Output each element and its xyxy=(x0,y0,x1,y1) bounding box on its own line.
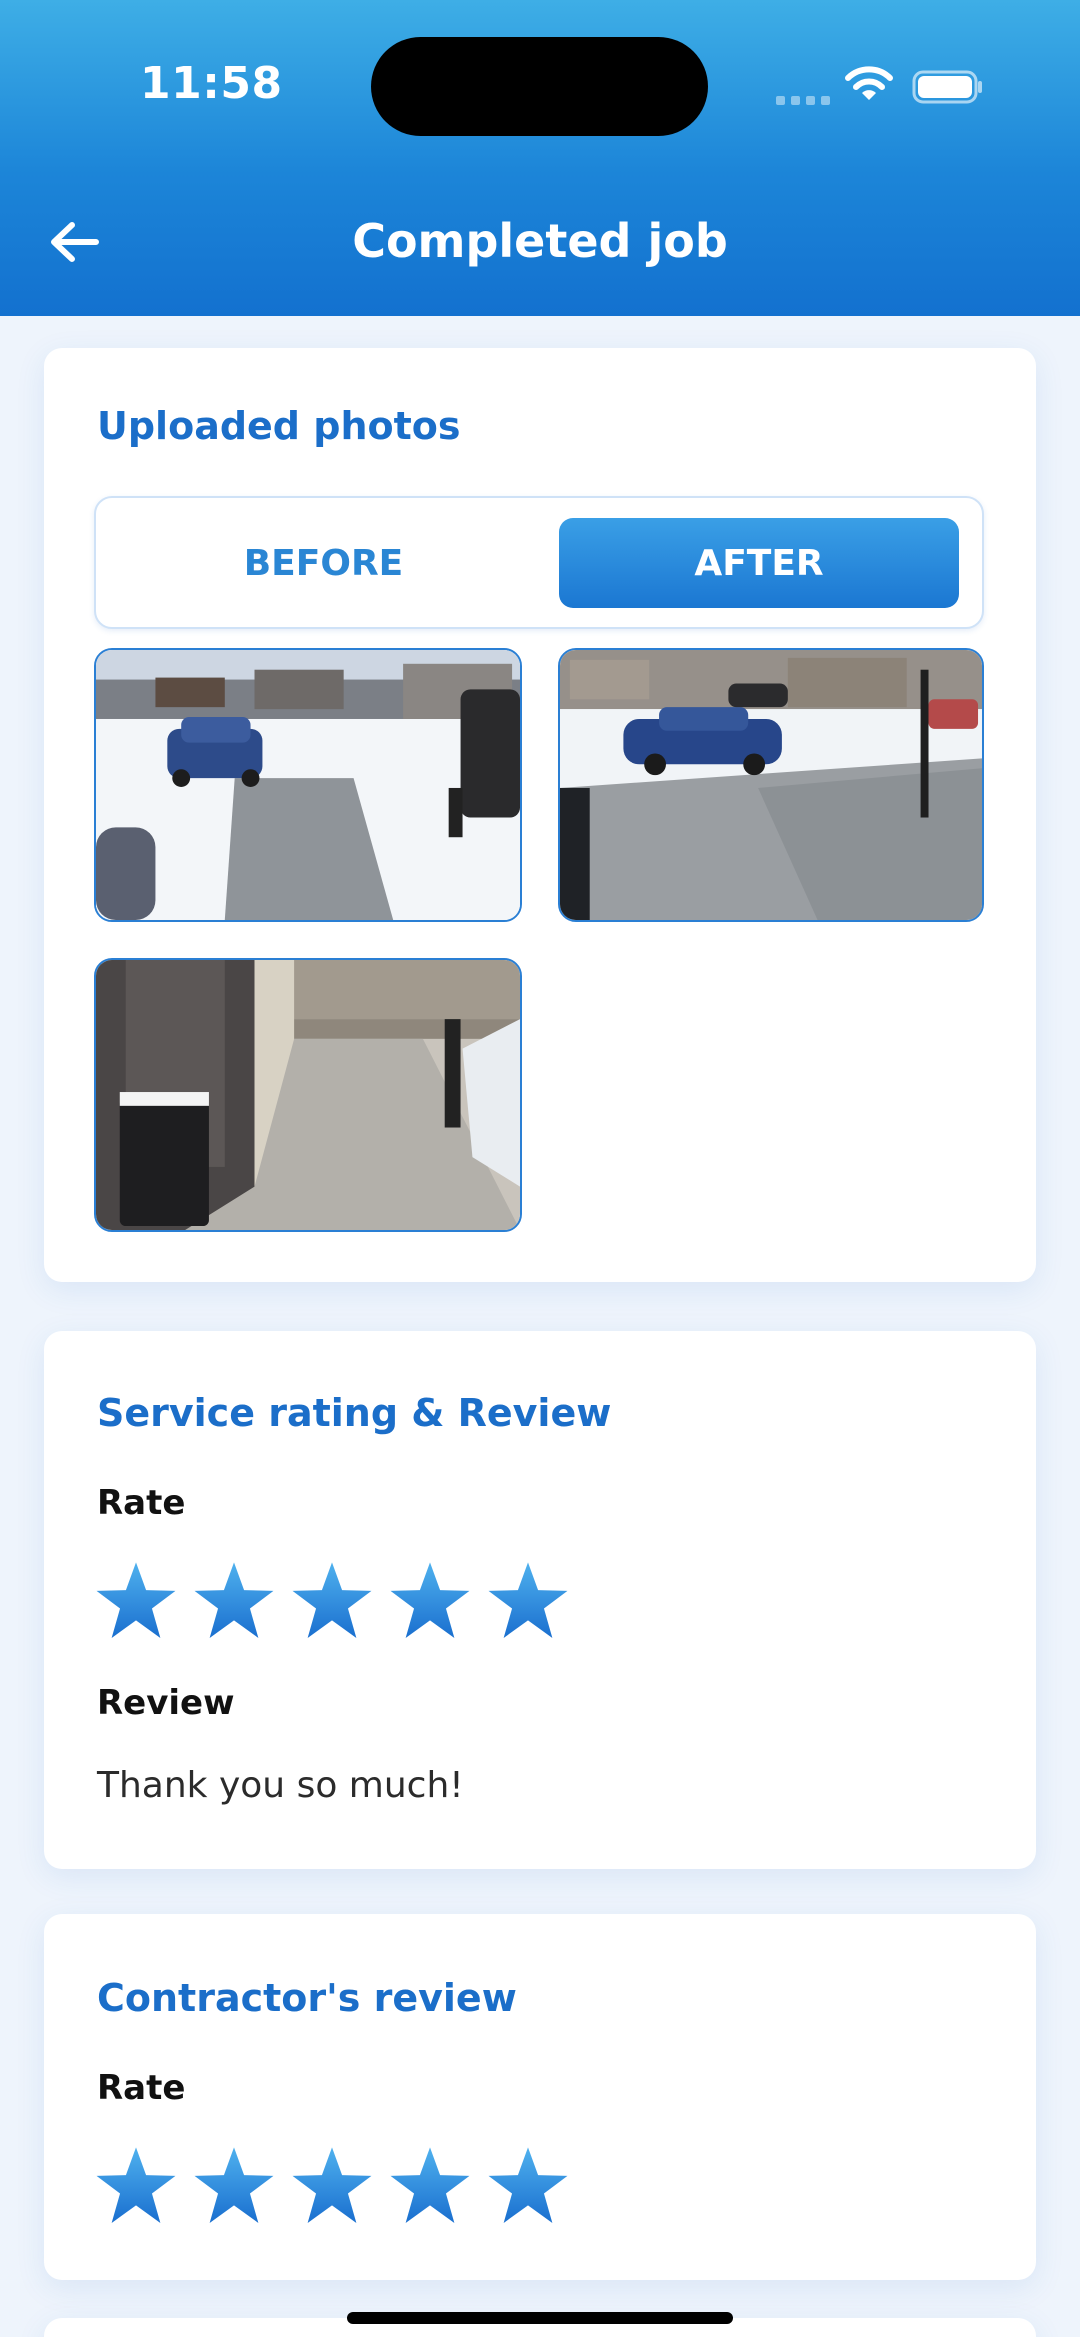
service-review-card: Service rating & Review Rate Review Than… xyxy=(44,1331,1036,1869)
driveway-photo-image xyxy=(96,650,520,920)
star-icon xyxy=(292,2147,372,2223)
star-icon xyxy=(488,1562,568,1638)
home-indicator xyxy=(347,2312,733,2324)
photos-section-title: Uploaded photos xyxy=(97,404,461,448)
star-icon xyxy=(292,1562,372,1638)
star-icon xyxy=(390,1562,470,1638)
app-header: 11:58 Completed job xyxy=(0,0,1080,316)
star-icon xyxy=(488,2147,568,2223)
star-icon xyxy=(96,2147,176,2223)
tab-before[interactable]: BEFORE xyxy=(110,518,537,608)
contractor-rate-label: Rate xyxy=(97,2068,186,2108)
service-star-rating xyxy=(94,1559,570,1643)
after-photo-3[interactable] xyxy=(94,958,522,1232)
review-text: Thank you so much! xyxy=(97,1765,464,1806)
before-after-toggle: BEFORE AFTER xyxy=(94,496,984,629)
page-title: Completed job xyxy=(352,214,728,268)
dynamic-island xyxy=(371,37,708,136)
tab-after[interactable]: AFTER xyxy=(559,518,959,608)
rate-label: Rate xyxy=(97,1483,186,1523)
wifi-icon xyxy=(845,66,893,100)
contractor-star-rating xyxy=(94,2144,570,2228)
review-label: Review xyxy=(97,1683,235,1723)
uploaded-photos-card: Uploaded photos BEFORE AFTER xyxy=(44,348,1036,1282)
cellular-signal-icon xyxy=(776,96,830,105)
service-review-title: Service rating & Review xyxy=(97,1391,612,1435)
after-photo-2[interactable] xyxy=(558,648,984,922)
driveway-photo-image xyxy=(560,650,982,920)
status-time: 11:58 xyxy=(140,58,283,109)
battery-icon xyxy=(912,70,982,104)
contractor-review-title: Contractor's review xyxy=(97,1976,517,2020)
star-icon xyxy=(194,1562,274,1638)
after-photo-1[interactable] xyxy=(94,648,522,922)
star-icon xyxy=(96,1562,176,1638)
contractor-review-card: Contractor's review Rate xyxy=(44,1914,1036,2280)
star-icon xyxy=(390,2147,470,2223)
walkway-photo-image xyxy=(96,960,520,1230)
star-icon xyxy=(194,2147,274,2223)
